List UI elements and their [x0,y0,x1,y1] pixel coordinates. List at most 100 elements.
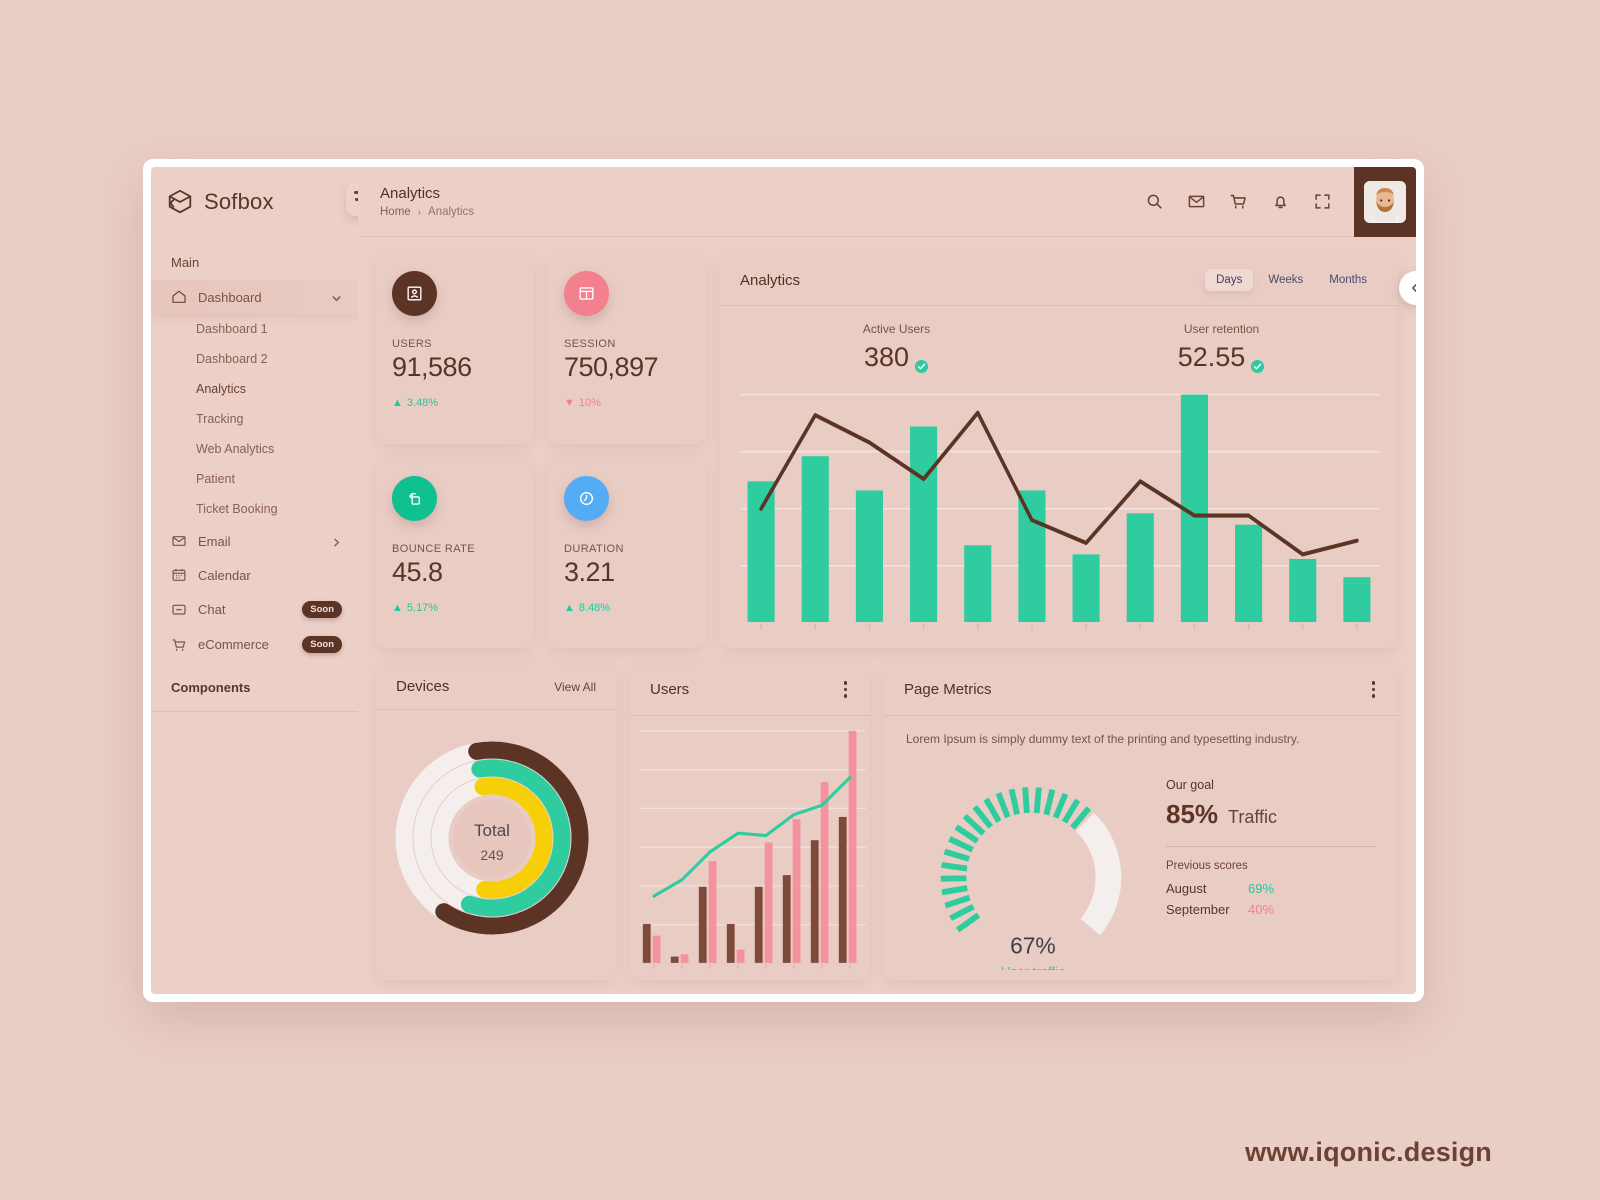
users-card: Users [630,662,870,980]
users-card-title: Users [650,680,690,698]
watermark: www.iqonic.design [1245,1137,1492,1167]
cart-icon[interactable] [1229,192,1248,211]
svg-text:67%: 67% [1010,932,1056,958]
sidebar-subitem-ticket-booking[interactable]: Ticket Booking [151,494,358,524]
sidebar-item-ecommerce[interactable]: eCommerce Soon [151,627,358,662]
kpi-value: 3.21 [564,556,615,587]
sidebar-item-label: Dashboard [198,289,262,305]
avatar[interactable] [1354,167,1416,237]
status-badge: Soon [302,601,342,618]
sidebar-item-chat[interactable]: Chat Soon [151,592,358,627]
sidebar-subitem-web-analytics[interactable]: Web Analytics [151,434,358,464]
sidebar-item-calendar[interactable]: Calendar [151,558,358,592]
tab-days[interactable]: Days [1205,269,1254,291]
sidebar-subitem-tracking[interactable]: Tracking [151,404,358,434]
traffic-gauge-chart: 67% User traffic [906,752,1156,979]
goal-word: Traffic [1228,806,1278,827]
top-row: USERS 91,586 ▲ 3.48% SESSION 750,897 ▼ 1… [376,253,1398,648]
calendar-icon [171,567,187,583]
home-icon [171,289,187,305]
sidebar-subitem-dashboard-1[interactable]: Dashboard 1 [151,314,358,344]
analytics-range-tabs: Days Weeks Months [1205,269,1378,291]
page-title: Analytics [380,185,441,202]
devices-card-title: Devices [396,678,450,695]
arrow-down-icon: ▼ [564,397,575,409]
mail-icon [171,533,187,549]
sidebar-item-label: eCommerce [198,637,269,652]
metric-value: 380 [863,342,910,372]
contact-card-icon [392,271,437,316]
bell-icon[interactable] [1271,192,1290,211]
tab-months[interactable]: Months [1318,269,1378,291]
metric-user-retention: User retention 52.55 [1059,322,1384,374]
kebab-menu-icon[interactable] [841,678,851,701]
topbar-icons [1145,192,1354,211]
check-circle-icon [1250,350,1265,374]
previous-score-value: 40% [1248,901,1275,917]
arrow-up-icon: ▲ [392,601,403,614]
kpi-delta: ▼ 10% [564,397,690,409]
kpi-card-duration: DURATION 3.21 ▲ 8.48% [548,457,706,648]
brand-name: Sofbox [204,189,274,214]
svg-text:User traffic: User traffic [1001,964,1065,970]
sidebar: Sofbox Main Dashboard Dashboard 1 Dashbo… [151,167,382,994]
kpi-label: SESSION [564,338,616,350]
devices-card: Devices View All Total 249 [376,662,616,980]
sidebar-subitem-patient[interactable]: Patient [151,464,358,494]
content-area: Analytics Home › Analytics USERS 91,586 … [358,167,1416,994]
metric-value: 52.55 [1177,342,1246,372]
brand[interactable]: Sofbox [151,167,382,237]
sidebar-nav: Main Dashboard Dashboard 1 Dashboard 2 A… [151,237,358,994]
sidebar-item-label: Email [198,533,231,549]
fullscreen-icon[interactable] [1313,192,1332,211]
kpi-label: BOUNCE RATE [392,542,476,555]
main-content: USERS 91,586 ▲ 3.48% SESSION 750,897 ▼ 1… [358,237,1416,994]
kpi-value: 750,897 [564,352,659,382]
arrow-up-icon: ▲ [564,601,575,614]
page-metrics-card: Page Metrics Lorem Ipsum is simply dummy… [884,662,1398,980]
previous-score-month: August [1166,880,1207,896]
sidebar-item-dashboard[interactable]: Dashboard [151,280,358,314]
user-avatar [1364,180,1406,223]
sidebar-subitem-analytics[interactable]: Analytics [151,374,358,404]
svg-text:Total: Total [474,821,510,840]
check-circle-icon [914,350,929,374]
kebab-menu-icon[interactable] [1369,678,1379,701]
nav-section-main: Main [171,255,200,270]
kpi-delta: ▲ 5.17% [392,602,518,614]
sidebar-item-label: Chat [198,602,226,617]
kpi-value: 45.8 [392,556,443,587]
svg-text:249: 249 [480,847,504,863]
page-metrics-description: Lorem Ipsum is simply dummy text of the … [906,731,1300,746]
kpi-grid: USERS 91,586 ▲ 3.48% SESSION 750,897 ▼ 1… [376,253,706,648]
sidebar-subitem-dashboard-2[interactable]: Dashboard 2 [151,344,358,374]
metric-label: User retention [1183,322,1260,336]
search-icon[interactable] [1145,192,1164,211]
topbar: Analytics Home › Analytics [358,167,1416,237]
analytics-card: Analytics Days Weeks Months Active Users… [720,253,1398,648]
tab-weeks[interactable]: Weeks [1257,269,1314,291]
kpi-delta-value: 5.17% [406,601,439,614]
previous-scores-label: Previous scores [1166,859,1248,872]
view-all-link[interactable]: View All [554,680,596,694]
mail-icon[interactable] [1187,192,1206,211]
analytics-metrics: Active Users 380 User retention 52.55 [734,316,1384,385]
sidebar-item-email[interactable]: Email [151,524,358,558]
page-metrics-title: Page Metrics [904,680,992,698]
chevron-right-icon [331,536,342,547]
metric-label: Active Users [862,322,931,336]
analytics-card-title: Analytics [740,271,801,289]
kpi-card-bounce-rate: BOUNCE RATE 45.8 ▲ 5.17% [376,457,534,648]
breadcrumb-separator: › [417,206,422,218]
kpi-delta: ▲ 8.48% [564,602,690,614]
sidebar-divider [151,711,358,712]
clock-icon [564,475,609,521]
chevron-down-icon [331,292,342,303]
bounce-icon [392,475,437,521]
breadcrumb-home[interactable]: Home [380,206,411,218]
status-badge: Soon [302,636,342,653]
page-root: Sofbox Main Dashboard Dashboard 1 Dashbo… [0,0,1600,1200]
page-metrics-body: 67% User traffic Our goal 85% Traffic [884,752,1398,981]
sofbox-logo-icon [165,187,195,217]
window-inner: Sofbox Main Dashboard Dashboard 1 Dashbo… [151,167,1416,994]
